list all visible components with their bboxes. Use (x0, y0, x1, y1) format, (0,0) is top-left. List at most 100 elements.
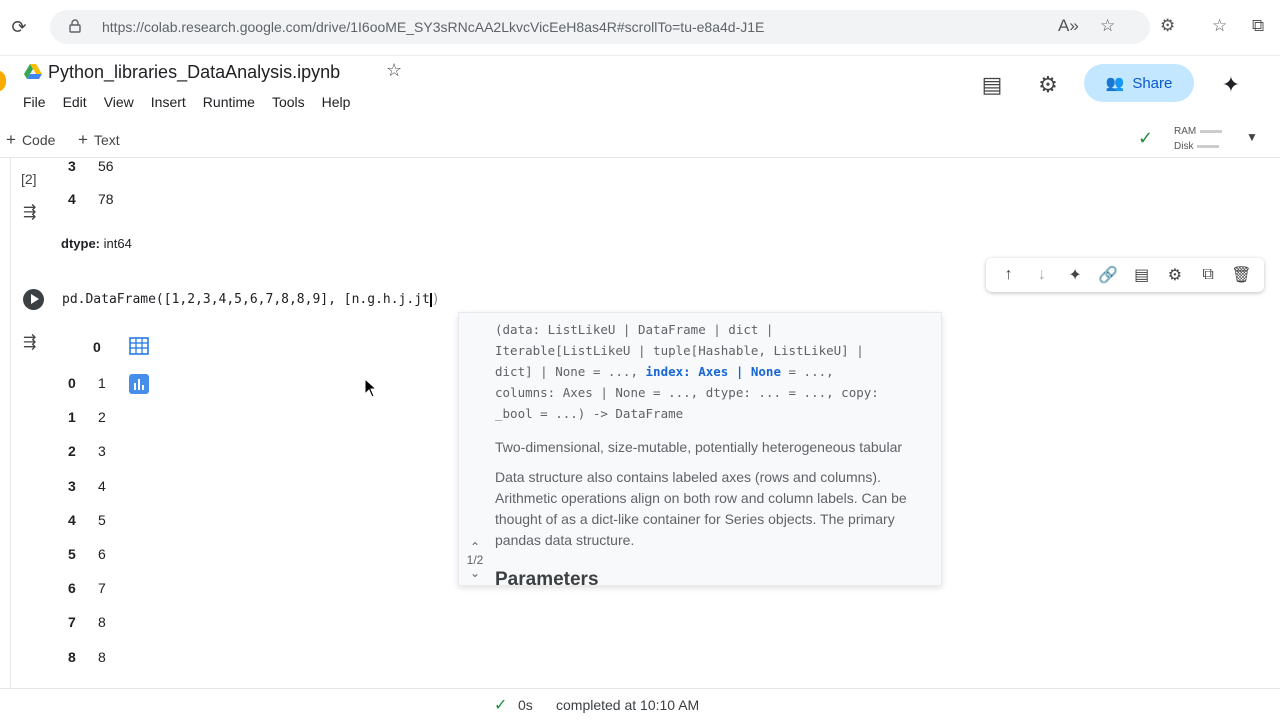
row-value: 6 (98, 546, 106, 562)
signature-line: (data: ListLikeU | DataFrame | dict | (495, 322, 774, 337)
menu-help[interactable]: Help (322, 94, 351, 110)
output-actions-icon[interactable]: ⇶ (23, 332, 45, 351)
row-index: 6 (68, 580, 76, 597)
chart-bar (134, 383, 136, 390)
row-index: 5 (68, 546, 76, 562)
code-text[interactable]: pd.DataFrame([1,2,3,4,5,6,7,8,8,9], [n.g… (62, 292, 430, 307)
parameters-heading: Parameters (495, 569, 599, 586)
reload-icon[interactable]: ⟳ (8, 16, 30, 38)
resource-monitor[interactable]: RAM Disk (1174, 124, 1223, 154)
code-editor[interactable]: pd.DataFrame([1,2,3,4,5,6,7,8,8,9], [n.g… (62, 292, 440, 307)
docstring-line: Data structure also contains labeled axe… (495, 469, 881, 485)
site-info-icon[interactable] (68, 19, 82, 33)
docstring-details: Data structure also contains labeled axe… (495, 467, 941, 551)
status-bar: ✓ 0s completed at 10:10 AM (0, 688, 1280, 720)
chart-icon[interactable] (129, 374, 149, 394)
signature-line: dict] | None = ..., index: Axes | None =… (495, 361, 939, 382)
extensions-icon[interactable]: ⚙ (1160, 16, 1175, 36)
cell-execution-count: [2] (21, 171, 37, 187)
row-index: 8 (68, 648, 76, 665)
row-value: 3 (98, 443, 106, 460)
table-icon[interactable] (128, 336, 150, 356)
signature-help-tooltip: (data: ListLikeU | DataFrame | dict | It… (458, 312, 942, 586)
row-index: 4 (68, 191, 76, 207)
closing-paren: ) (431, 292, 440, 307)
star-icon[interactable]: ☆ (386, 60, 402, 81)
docstring-summary: Two-dimensional, size-mutable, potential… (495, 439, 903, 455)
menu-tools[interactable]: Tools (272, 94, 305, 110)
settings-icon[interactable]: ⚙ (1035, 72, 1061, 98)
notebook-title[interactable]: Python_libraries_DataAnalysis.ipynb (48, 62, 340, 83)
favorites-bar-icon[interactable]: ☆ (1212, 16, 1227, 36)
menu-edit[interactable]: Edit (63, 94, 87, 110)
row-value: 7 (98, 580, 106, 597)
share-label: Share (1132, 74, 1173, 92)
notebook-toolbar: + Code + Text ✓ RAM Disk ▼ (0, 122, 1280, 158)
signature-part: = ..., (780, 364, 834, 379)
move-up-icon[interactable]: ↑ (998, 266, 1020, 284)
signature-line: columns: Axes | None = ..., dtype: ... =… (495, 385, 879, 400)
colab-logo[interactable] (0, 70, 6, 92)
add-text-button[interactable]: + Text (78, 130, 120, 150)
comments-icon[interactable]: ▤ (979, 72, 1005, 98)
add-text-label: Text (93, 132, 120, 148)
delete-icon[interactable]: 🗑 (1230, 265, 1252, 285)
url-text[interactable]: https://colab.research.google.com/drive/… (102, 19, 764, 35)
signature-line: Iterable[ListLikeU | tuple[Hashable, Lis… (495, 343, 864, 358)
browser-toolbar: ⟳ https://colab.research.google.com/driv… (0, 0, 1280, 56)
row-value: 2 (98, 409, 106, 426)
row-index: 4 (68, 511, 76, 528)
plus-icon: + (78, 130, 88, 149)
gemini-icon[interactable]: ✦ (1218, 72, 1244, 98)
function-signature: (data: ListLikeU | DataFrame | dict | It… (495, 319, 939, 424)
comment-icon[interactable]: ▤ (1131, 265, 1153, 285)
settings-icon[interactable]: ⚙ (1164, 265, 1186, 285)
dtype-label: dtype: (61, 236, 100, 251)
colab-header: Python_libraries_DataAnalysis.ipynb ☆ Fi… (0, 56, 1280, 122)
chevron-down-icon[interactable]: ▼ (1246, 130, 1258, 144)
docstring-line: thought of as a dict-like container for … (495, 511, 895, 527)
overload-pager: ⌃ 1/2 ⌄ (462, 541, 488, 580)
share-button[interactable]: 👥 Share (1084, 64, 1194, 102)
menu-file[interactable]: File (23, 94, 46, 110)
cell-toolbar: ↑ ↓ ✦ 🔗 ▤ ⚙ ⧉ 🗑 (986, 258, 1264, 292)
docstring-line: pandas data structure. (495, 532, 635, 548)
chart-bar (138, 379, 140, 390)
add-code-button[interactable]: + Code (6, 130, 55, 150)
dtype-value: int64 (103, 236, 132, 251)
row-value: 5 (98, 511, 106, 528)
people-icon: 👥 (1105, 75, 1125, 92)
row-index: 1 (68, 409, 76, 426)
notebook-area: [2] ⇶ 3 56 4 78 dtype: int64 ↑ ↓ ✦ 🔗 ▤ ⚙… (0, 158, 1280, 688)
ram-label: RAM (1174, 126, 1197, 137)
menu-view[interactable]: View (104, 94, 134, 110)
docstring-line: Arithmetic operations align on both row … (495, 490, 907, 506)
dataframe-column-header: 0 (93, 339, 101, 355)
link-icon[interactable]: 🔗 (1097, 265, 1119, 285)
output-actions-icon[interactable]: ⇶ (23, 202, 45, 221)
collections-icon[interactable]: ⧉ (1252, 16, 1264, 36)
chart-bar (142, 385, 144, 390)
row-value: 56 (98, 158, 114, 174)
connected-check-icon: ✓ (1138, 128, 1154, 148)
signature-part: dict] | None = ..., (495, 364, 646, 379)
favorite-icon[interactable]: ☆ (1100, 16, 1115, 36)
move-down-icon[interactable]: ↓ (1031, 266, 1053, 284)
cell-gutter (10, 158, 11, 688)
address-bar[interactable]: https://colab.research.google.com/drive/… (50, 10, 1150, 44)
mirror-cell-icon[interactable]: ⧉ (1197, 266, 1219, 284)
signature-line: _bool = ...) -> DataFrame (495, 406, 684, 421)
menu-runtime[interactable]: Runtime (203, 94, 255, 110)
gemini-icon[interactable]: ✦ (1064, 265, 1086, 285)
menu-insert[interactable]: Insert (151, 94, 186, 110)
row-value: 1 (98, 375, 106, 391)
disk-bar (1197, 144, 1220, 148)
run-cell-button[interactable] (23, 289, 44, 310)
chevron-down-icon[interactable]: ⌄ (462, 567, 488, 580)
row-value: 78 (98, 191, 114, 207)
dtype-line: dtype: int64 (61, 236, 132, 251)
read-aloud-icon[interactable]: A» (1058, 16, 1079, 36)
drive-icon (24, 64, 42, 79)
completion-status[interactable]: completed at 10:10 AM (556, 697, 699, 713)
add-code-label: Code (21, 132, 56, 148)
